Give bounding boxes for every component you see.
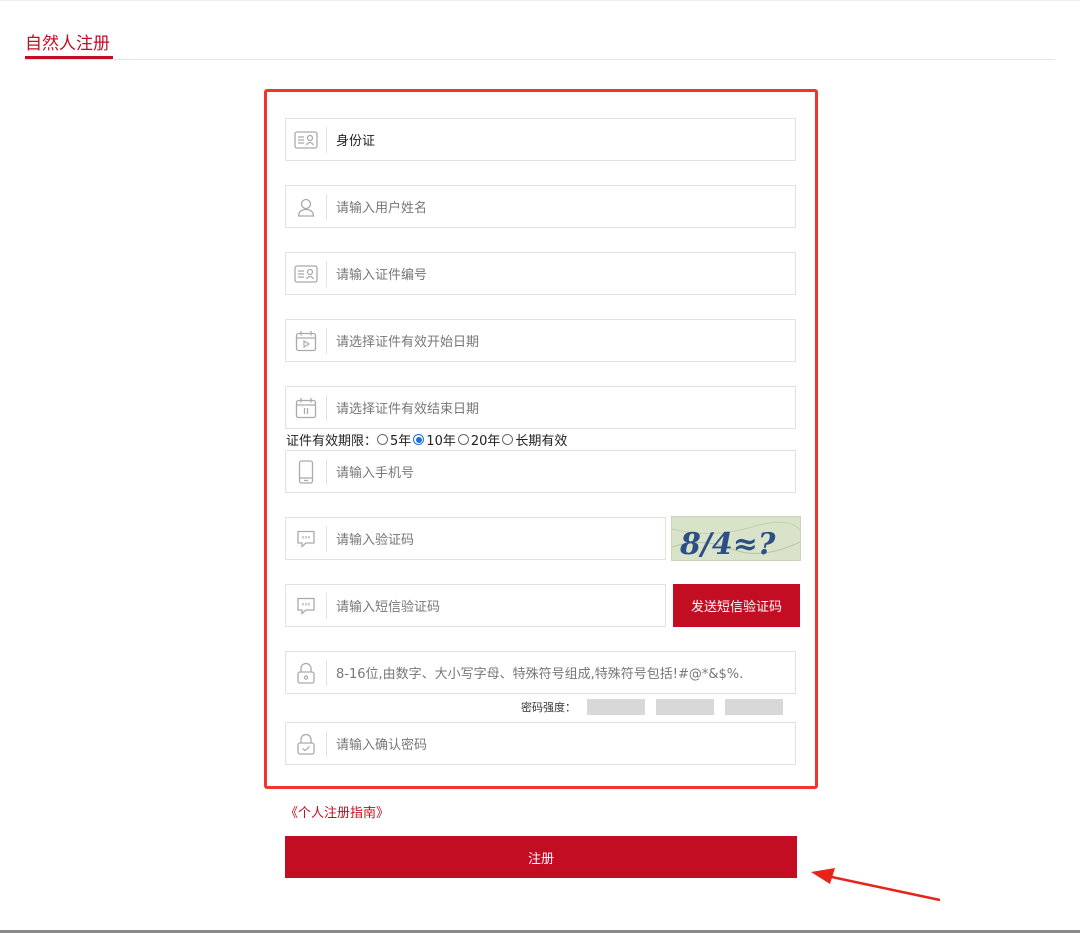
validity-option-20y[interactable]: 20年	[457, 430, 501, 449]
radio-button-selected[interactable]	[413, 434, 425, 445]
username-placeholder: 请输入用户姓名	[336, 201, 428, 216]
captcha-field[interactable]: 请输入验证码	[285, 517, 666, 560]
radio-label: 20年	[470, 434, 501, 449]
captcha-image[interactable]: 8/4≈?	[671, 516, 801, 561]
strength-bar-weak	[587, 699, 645, 715]
radio-label: 10年	[426, 434, 456, 449]
message-icon	[286, 585, 326, 626]
strength-bar-medium	[656, 699, 714, 715]
phone-icon	[286, 451, 326, 492]
calendar-end-icon	[286, 387, 326, 428]
end-date-field[interactable]: 请选择证件有效结束日期	[285, 386, 796, 429]
sms-code-placeholder: 请输入短信验证码	[336, 600, 441, 615]
radio-label: 长期有效	[515, 434, 568, 449]
phone-placeholder: 请输入手机号	[336, 466, 415, 481]
pointer-arrow	[811, 868, 941, 902]
phone-field[interactable]: 请输入手机号	[285, 450, 796, 493]
validity-option-permanent[interactable]: 长期有效	[502, 430, 567, 449]
radio-button[interactable]	[457, 434, 469, 445]
radio-label: 5年	[390, 434, 412, 449]
user-icon	[286, 186, 326, 227]
sms-code-field[interactable]: 请输入短信验证码	[285, 584, 666, 627]
id-card-icon	[286, 253, 326, 294]
id-type-value: 身份证	[336, 134, 376, 149]
password-placeholder: 8-16位,由数字、大小写字母、特殊符号组成,特殊符号包括!#@*&$%.	[336, 667, 744, 682]
lock-check-icon	[286, 723, 326, 764]
id-card-icon	[286, 119, 326, 160]
validity-label: 证件有效期限：	[286, 434, 378, 449]
strength-bar-strong	[725, 699, 783, 715]
top-divider	[0, 0, 1080, 1]
id-number-field[interactable]: 请输入证件编号	[285, 252, 796, 295]
registration-guide-link[interactable]: 《个人注册指南》	[285, 802, 389, 821]
start-date-field[interactable]: 请选择证件有效开始日期	[285, 319, 796, 362]
page-title: 自然人注册	[25, 34, 110, 54]
start-date-placeholder: 请选择证件有效开始日期	[336, 335, 480, 350]
id-type-select[interactable]: 身份证	[285, 118, 796, 161]
confirm-password-field[interactable]: 请输入确认密码	[285, 722, 796, 765]
calendar-start-icon	[286, 320, 326, 361]
captcha-placeholder: 请输入验证码	[336, 533, 415, 548]
strength-label: 密码强度：	[521, 701, 576, 714]
validity-option-5y[interactable]: 5年	[377, 430, 411, 449]
validity-option-10y[interactable]: 10年	[413, 430, 456, 449]
register-button[interactable]: 注册	[285, 836, 797, 878]
validity-period-group: 证件有效期限： 5年 10年 20年 长期有效	[286, 430, 569, 449]
radio-button[interactable]	[502, 434, 514, 445]
id-number-placeholder: 请输入证件编号	[336, 268, 428, 283]
end-date-placeholder: 请选择证件有效结束日期	[336, 402, 480, 417]
username-field[interactable]: 请输入用户姓名	[285, 185, 796, 228]
title-divider	[25, 59, 1055, 60]
password-strength-meter: 密码强度：	[521, 699, 783, 715]
captcha-text: 8/4≈?	[679, 527, 776, 561]
confirm-password-placeholder: 请输入确认密码	[336, 738, 428, 753]
lock-icon	[286, 652, 326, 693]
password-field[interactable]: 8-16位,由数字、大小写字母、特殊符号组成,特殊符号包括!#@*&$%.	[285, 651, 796, 694]
radio-button[interactable]	[377, 434, 389, 445]
message-icon	[286, 518, 326, 559]
send-sms-code-button[interactable]: 发送短信验证码	[673, 584, 800, 627]
